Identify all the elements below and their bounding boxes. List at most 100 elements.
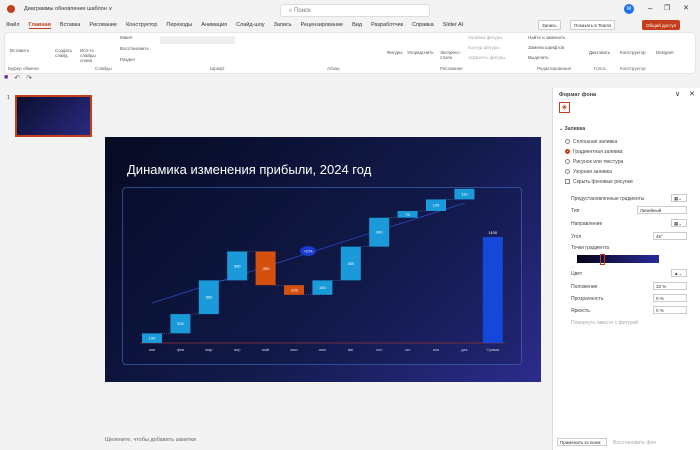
fill-section-header[interactable]: ⌄ Заливка — [559, 126, 585, 132]
position-input[interactable]: 32 % — [653, 282, 687, 290]
slide-canvas[interactable]: Динамика изменения прибыли, 2024 год 100… — [105, 137, 541, 382]
group-clipboard: Буфер обмена — [8, 66, 39, 71]
tab-slideshow[interactable]: Слайд-шоу — [236, 22, 265, 28]
restore-button[interactable]: ❐ — [664, 4, 670, 12]
fill-category-icon[interactable]: ◈ — [559, 102, 570, 113]
waterfall-chart[interactable]: 100 200 350 300 -350 -100 150 350 300 70 120 110 110… — [105, 137, 541, 382]
radio-solid-fill[interactable]: Сплошная заливка — [565, 139, 617, 145]
x-tick-label: фев — [177, 347, 185, 352]
position-label: Положение — [571, 284, 598, 290]
x-tick-label: июл — [319, 347, 327, 352]
save-icon[interactable]: ■ — [4, 74, 8, 84]
tab-review[interactable]: Рецензирование — [301, 22, 343, 28]
tab-help[interactable]: Справка — [412, 22, 434, 28]
pane-title: Формат фона — [559, 92, 597, 98]
tab-design[interactable]: Конструктор — [126, 22, 157, 28]
tab-transitions[interactable]: Переходы — [166, 22, 192, 28]
radio-pattern-fill[interactable]: Узорная заливка — [565, 169, 612, 175]
x-tick-label: июн — [290, 347, 297, 352]
apply-all-button[interactable]: Применить ко всем — [557, 438, 607, 446]
group-paragraph: Абзац — [327, 66, 340, 71]
preset-dropdown[interactable]: ▦⌄ — [671, 194, 687, 202]
tab-home[interactable]: Главная — [28, 22, 51, 29]
data-label: 150 — [319, 285, 326, 290]
fill-section-label: Заливка — [564, 126, 586, 132]
minimize-button[interactable]: – — [648, 4, 652, 13]
redo-icon[interactable]: ↷ — [26, 74, 32, 84]
designer-group-button[interactable]: Конструктор — [620, 50, 646, 55]
brightness-input[interactable]: 0 % — [653, 306, 687, 314]
present-teams-button[interactable]: Показать в Teams — [570, 20, 616, 30]
reuse-slides-button[interactable]: Исп-ть слайды снова — [80, 48, 108, 63]
data-label: 200 — [177, 321, 184, 326]
type-dropdown[interactable]: Линейный — [637, 206, 687, 214]
data-label: 100 — [149, 336, 156, 341]
color-picker[interactable]: ▲⌄ — [671, 269, 687, 277]
x-tick-label: Сумма — [487, 347, 500, 352]
designer-button[interactable]: Designer — [656, 50, 674, 55]
hide-bg-checkbox[interactable]: Скрыть фоновые рисунки — [565, 179, 633, 185]
shape-outline-button[interactable]: Контур фигуры — [468, 45, 499, 50]
gradient-stops-slider[interactable] — [577, 255, 659, 263]
x-tick-label: ноя — [433, 347, 440, 352]
x-tick-label: янв — [149, 347, 156, 352]
x-tick-label: апр — [234, 347, 241, 352]
data-label: 350 — [347, 261, 354, 266]
radio-gradient-fill[interactable]: Градиентная заливка — [565, 149, 623, 155]
select-button[interactable]: Выделить — [528, 55, 549, 60]
pane-options-icon[interactable]: ∨ — [675, 90, 680, 98]
rotate-checkbox[interactable]: Повернуть вместе с фигурой — [571, 320, 638, 326]
x-tick-label: май — [262, 347, 269, 352]
quick-styles-button[interactable]: Экспресс-стили — [440, 50, 461, 60]
dictate-button[interactable]: Диктовать — [589, 50, 610, 55]
tab-view[interactable]: Вид — [352, 22, 362, 28]
tab-insert[interactable]: Вставка — [60, 22, 80, 28]
data-label: -100 — [290, 288, 299, 293]
paste-button[interactable]: Вставить — [10, 48, 29, 53]
color-label: Цвет — [571, 271, 583, 277]
angle-input[interactable]: 45° — [653, 232, 687, 240]
format-background-pane: Формат фона ∨ ✕ ◈ ⌄ Заливка Сплошная зал… — [552, 88, 700, 450]
shape-fill-button[interactable]: Заливка фигуры — [468, 35, 502, 40]
shape-effects-button[interactable]: Эффекты фигуры — [468, 55, 506, 60]
tab-draw[interactable]: Рисование — [89, 22, 117, 28]
reset-background-button[interactable]: Восстановить фон — [613, 440, 656, 446]
data-label: 300 — [234, 263, 241, 268]
radio-picture-fill[interactable]: Рисунок или текстура — [565, 159, 623, 165]
shapes-button[interactable]: Фигуры — [387, 50, 403, 55]
stops-label: Точки градиента — [571, 245, 609, 251]
avatar[interactable]: M — [624, 4, 634, 14]
find-button[interactable]: Найти и заменить — [528, 35, 565, 40]
tab-animations[interactable]: Анимация — [201, 22, 227, 28]
share-button[interactable]: Общий доступ — [642, 20, 681, 30]
transparency-input[interactable]: 0 % — [653, 294, 687, 302]
pane-close-icon[interactable]: ✕ — [689, 90, 695, 98]
x-tick-label: мар — [205, 347, 213, 352]
group-editing: Редактирование — [537, 66, 572, 71]
quick-access-toolbar: ■ ↶ ↷ — [4, 74, 32, 84]
document-name[interactable]: Диаграммы обновление шаблон ∨ — [24, 6, 112, 12]
slide-thumbnail[interactable] — [15, 95, 92, 137]
tab-developer[interactable]: Разработчик — [371, 22, 403, 28]
record-button[interactable]: Запись — [538, 20, 561, 30]
close-button[interactable]: ✕ — [683, 4, 689, 12]
gradient-stop-handle[interactable] — [600, 254, 605, 265]
direction-label: Направление — [571, 221, 603, 227]
bar-total — [482, 237, 503, 343]
layout-button[interactable]: Макет — [120, 35, 133, 40]
replace-fonts-button[interactable]: Замена шрифтов — [528, 45, 564, 50]
arrange-button[interactable]: Упорядочить — [407, 50, 434, 55]
notes-input[interactable]: Щелкните, чтобы добавить заметки — [105, 437, 196, 443]
tab-record[interactable]: Запись — [274, 22, 292, 28]
section-button[interactable]: Раздел — [120, 57, 135, 62]
tab-slider-ai[interactable]: Slider AI — [443, 22, 463, 28]
brightness-label: Яркость — [571, 308, 590, 314]
new-slide-button[interactable]: Создать слайд — [55, 48, 77, 58]
search-input[interactable]: ⌕ Поиск — [280, 4, 430, 17]
reset-button[interactable]: Восстановить — [120, 46, 149, 51]
font-name-select[interactable] — [160, 36, 235, 44]
undo-icon[interactable]: ↶ — [14, 74, 20, 84]
tab-file[interactable]: Файл — [6, 22, 20, 28]
direction-dropdown[interactable]: ▦⌄ — [671, 219, 687, 227]
preset-label: Предустановленные градиенты — [571, 196, 645, 202]
